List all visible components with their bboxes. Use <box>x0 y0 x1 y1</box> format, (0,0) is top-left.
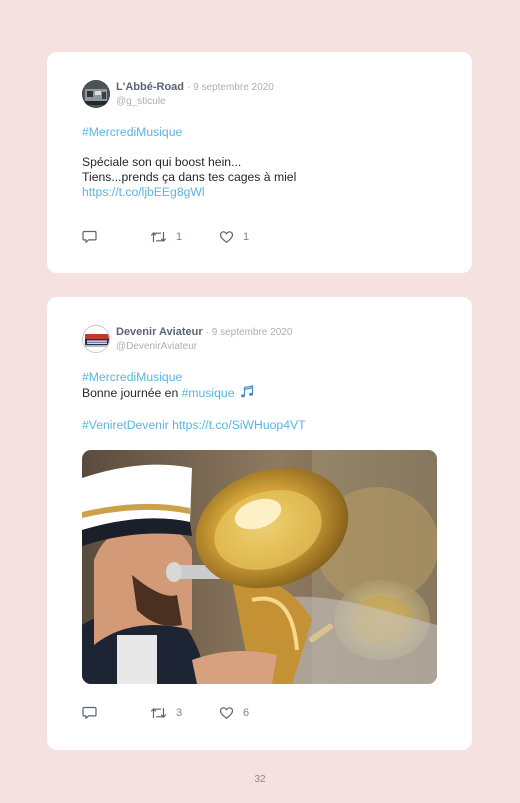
hashtag-link[interactable]: #MercrediMusique <box>82 370 182 384</box>
reply-button[interactable] <box>82 229 97 245</box>
tweet-text: #MercrediMusique Spéciale son qui boost … <box>82 125 442 200</box>
retweet-count: 3 <box>176 707 183 719</box>
tweet-date[interactable]: · 9 septembre 2020 <box>187 82 274 93</box>
avatar[interactable] <box>82 325 110 353</box>
heart-icon <box>219 707 234 719</box>
retweet-button[interactable]: 1 <box>150 229 182 245</box>
hashtag-link[interactable]: #VeniretDevenir <box>82 418 169 432</box>
tweet-date[interactable]: · 9 septembre 2020 <box>206 327 293 338</box>
hashtag-link[interactable]: #MercrediMusique <box>82 125 182 139</box>
like-count: 1 <box>243 231 250 243</box>
reply-button[interactable] <box>82 705 97 721</box>
like-button[interactable]: 1 <box>219 229 249 245</box>
reply-icon <box>82 706 97 719</box>
reply-icon <box>82 230 97 243</box>
page-number: 32 <box>254 774 266 785</box>
music-note-icon <box>240 385 255 403</box>
author-name[interactable]: Devenir Aviateur <box>116 326 203 338</box>
tweet-text: #MercrediMusique Bonne journée en #musiq… <box>82 370 442 433</box>
author-handle[interactable]: @g_sticule <box>116 95 274 108</box>
tweet-text-line: Spéciale son qui boost hein... <box>82 155 242 169</box>
hashtag-link[interactable]: #musique <box>182 386 235 400</box>
tweet-url-link[interactable]: https://t.co/SiWHuop4VT <box>172 418 305 432</box>
like-count: 6 <box>243 707 250 719</box>
retweet-icon <box>150 708 167 718</box>
retweet-icon <box>150 232 167 242</box>
tweet-card: Devenir Aviateur · 9 septembre 2020 @Dev… <box>47 297 472 750</box>
tweet-photo[interactable] <box>82 450 437 684</box>
tweet-text-line: Tiens...prends ça dans tes cages à miel <box>82 170 297 184</box>
retweet-count: 1 <box>176 231 183 243</box>
like-button[interactable]: 6 <box>219 705 249 721</box>
tweet-text-line: Bonne journée en <box>82 386 182 400</box>
heart-icon <box>219 231 234 243</box>
tweet-card: L'Abbé-Road · 9 septembre 2020 @g_sticul… <box>47 52 472 273</box>
author-handle[interactable]: @DevenirAviateur <box>116 340 292 353</box>
avatar[interactable] <box>82 80 110 108</box>
author-name[interactable]: L'Abbé-Road <box>116 81 184 93</box>
retweet-button[interactable]: 3 <box>150 705 182 721</box>
tweet-url-link[interactable]: https://t.co/ljbEEg8gWl <box>82 185 205 199</box>
